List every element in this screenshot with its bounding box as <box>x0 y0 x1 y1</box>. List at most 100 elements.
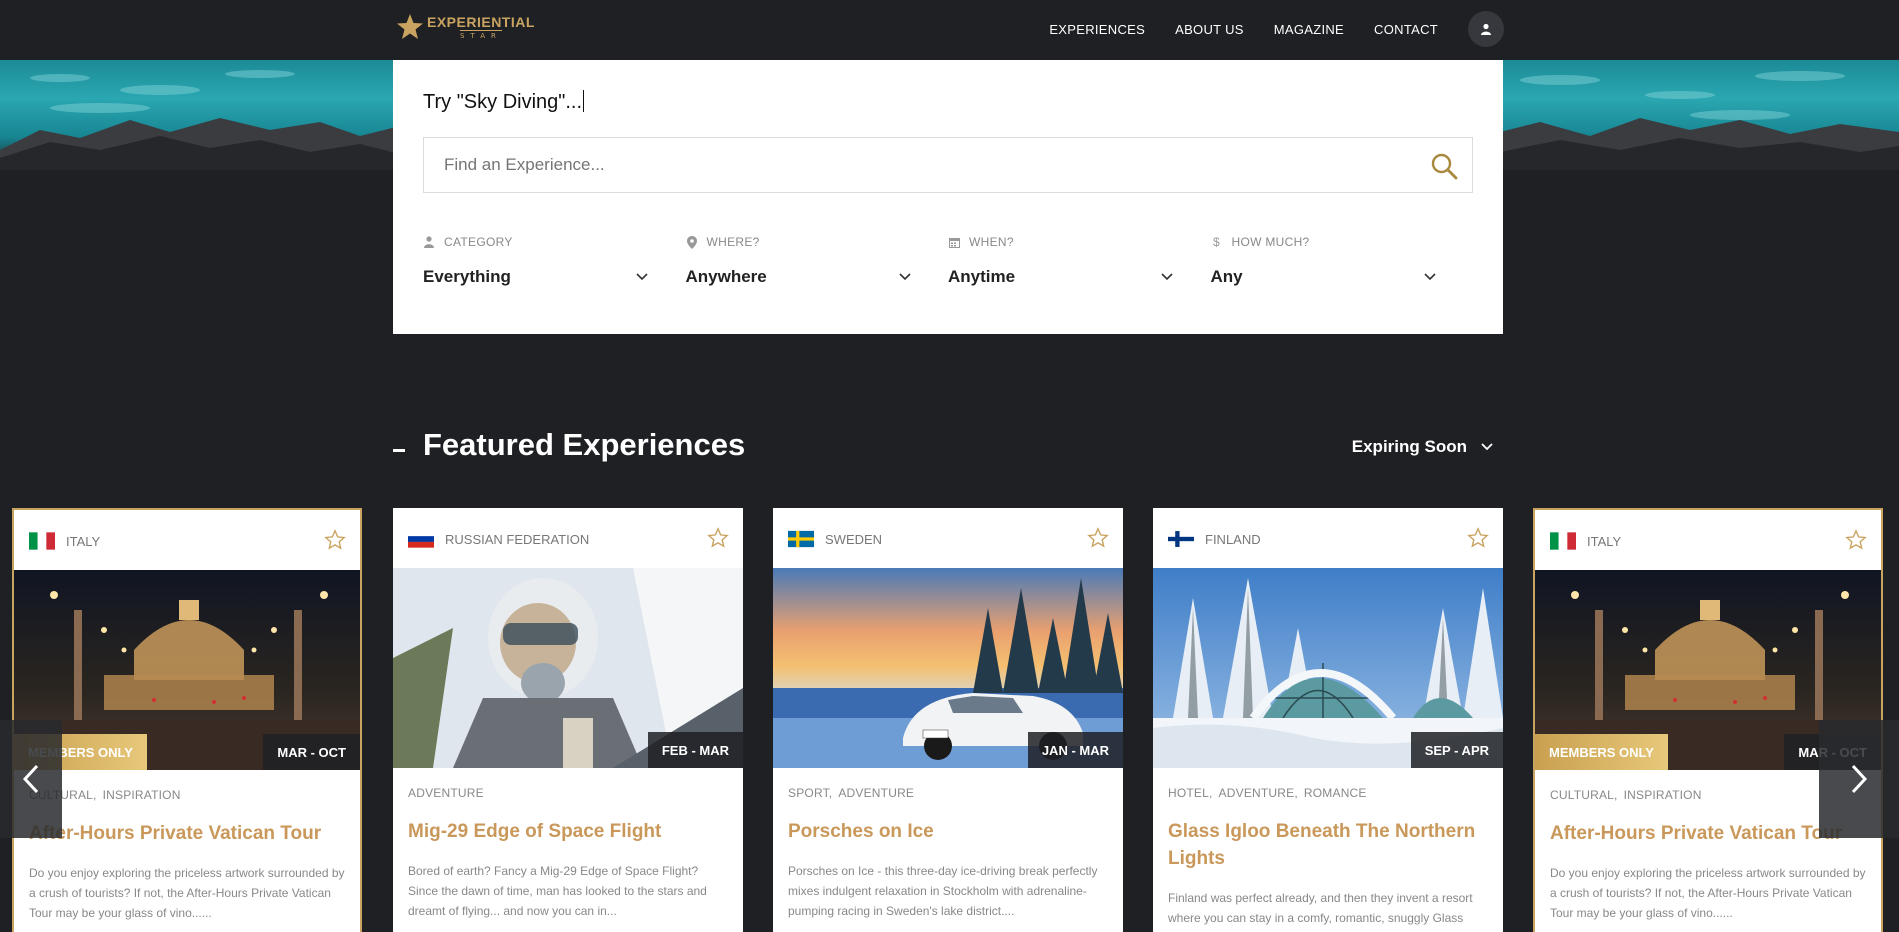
card-tag[interactable]: HOTEL, <box>1168 786 1213 800</box>
date-range-badge: JAN - MAR <box>1027 732 1123 768</box>
filter-where-label: WHERE? <box>686 235 949 249</box>
text-caret <box>583 90 585 112</box>
card-country: RUSSIAN FEDERATION <box>445 532 590 547</box>
card-description: Do you enjoy exploring the priceless art… <box>1550 866 1866 920</box>
star-favorite-icon[interactable] <box>707 527 729 549</box>
nav-experiences[interactable]: EXPERIENCES <box>1049 22 1145 37</box>
carousel-next-button[interactable] <box>1819 720 1899 838</box>
section-dash <box>393 449 405 452</box>
user-icon <box>1481 23 1491 35</box>
experience-card[interactable]: RUSSIAN FEDERATION FEB - MAR ADVENTURE M… <box>393 508 743 932</box>
filter-when[interactable]: WHEN? Anytime <box>948 235 1211 287</box>
card-description: Bored of earth? Fancy a Mig-29 Edge of S… <box>408 864 707 918</box>
top-navigation-bar: EXPERIENTIAL STAR EXPERIENCES ABOUT US M… <box>0 0 1899 60</box>
filter-where[interactable]: WHERE? Anywhere <box>686 235 949 287</box>
calendar-icon <box>948 237 960 248</box>
filter-where-select[interactable]: Anywhere <box>686 267 911 287</box>
card-header: SWEDEN <box>773 508 1123 568</box>
card-country: ITALY <box>1587 534 1622 549</box>
card-description: Finland was perfect already, and then th… <box>1168 891 1473 925</box>
filter-category[interactable]: CATEGORY Everything <box>423 235 686 287</box>
filter-where-label-text: WHERE? <box>706 235 760 249</box>
nav-contact[interactable]: CONTACT <box>1374 22 1438 37</box>
date-range-badge: MAR - OCT <box>263 734 360 770</box>
star-favorite-icon[interactable] <box>1467 527 1489 549</box>
card-tags: SPORT, ADVENTURE <box>788 786 1108 800</box>
card-description: Porsches on Ice - this three-day ice-dri… <box>788 864 1098 918</box>
card-tags: CULTURAL, INSPIRATION <box>29 788 345 802</box>
chevron-down-icon <box>1423 273 1436 281</box>
filter-category-value: Everything <box>423 267 511 286</box>
card-tag[interactable]: ADVENTURE <box>838 786 914 800</box>
star-favorite-icon[interactable] <box>1845 529 1867 551</box>
sort-dropdown[interactable]: Expiring Soon <box>1352 437 1493 457</box>
card-tag[interactable]: ADVENTURE, <box>1219 786 1298 800</box>
card-tag[interactable]: INSPIRATION <box>103 788 181 802</box>
star-favorite-icon[interactable] <box>324 529 346 551</box>
members-only-badge: MEMBERS ONLY <box>1535 734 1668 770</box>
filter-how-much-select[interactable]: Any <box>1211 267 1436 287</box>
card-tag[interactable]: CULTURAL, <box>1550 788 1618 802</box>
filter-when-select[interactable]: Anytime <box>948 267 1173 287</box>
star-favorite-icon[interactable] <box>1087 527 1109 549</box>
featured-header: Featured Experiences Expiring Soon <box>393 425 1493 469</box>
card-header: ITALY <box>14 510 360 570</box>
nav-about-us[interactable]: ABOUT US <box>1175 22 1244 37</box>
person-icon <box>423 236 435 248</box>
card-tag[interactable]: SPORT, <box>788 786 832 800</box>
chevron-right-icon <box>1851 764 1868 794</box>
dollar-icon: $ <box>1213 235 1220 249</box>
logo-sub-text: STAR <box>460 30 502 40</box>
chevron-down-icon <box>1481 443 1493 451</box>
star-logo-icon <box>397 14 423 39</box>
chevron-down-icon <box>1161 273 1173 281</box>
card-title[interactable]: Glass Igloo Beneath The Northern Lights <box>1168 818 1488 872</box>
card-tag[interactable]: ROMANCE <box>1304 786 1367 800</box>
filter-how-much[interactable]: $ HOW MUCH? Any <box>1211 235 1474 287</box>
card-title[interactable]: Porsches on Ice <box>788 818 1108 845</box>
chevron-down-icon <box>636 273 648 281</box>
filter-category-label: CATEGORY <box>423 235 686 249</box>
experience-card[interactable]: SWEDEN JAN - MAR SPORT, ADVENTURE Porsch… <box>773 508 1123 932</box>
italy-flag-icon <box>29 532 55 550</box>
italy-flag-icon <box>1550 532 1576 550</box>
chevron-left-icon <box>22 764 39 794</box>
main-nav: EXPERIENCES ABOUT US MAGAZINE CONTACT <box>1019 0 1504 58</box>
nav-magazine[interactable]: MAGAZINE <box>1274 22 1344 37</box>
logo-main-text: EXPERIENTIAL <box>427 14 535 30</box>
card-title[interactable]: After-Hours Private Vatican Tour <box>29 820 345 847</box>
filter-category-label-text: CATEGORY <box>444 235 513 249</box>
search-panel: Try "Sky Diving"... CATEGORY Everything <box>393 60 1503 334</box>
experience-card[interactable]: FINLAND SEP - APR HOTEL, ADVENTURE, ROMA… <box>1153 508 1503 932</box>
card-header: FINLAND <box>1153 508 1503 568</box>
card-title[interactable]: Mig-29 Edge of Space Flight <box>408 818 728 845</box>
card-tags: ADVENTURE <box>408 786 728 800</box>
date-range-badge: FEB - MAR <box>647 732 743 768</box>
card-tag[interactable]: INSPIRATION <box>1624 788 1702 802</box>
filter-category-select[interactable]: Everything <box>423 267 648 287</box>
card-image[interactable]: SEP - APR <box>1153 568 1503 768</box>
logo-text: EXPERIENTIAL STAR <box>427 14 535 40</box>
finland-flag-icon <box>1168 531 1194 547</box>
user-account-button[interactable] <box>1468 11 1504 47</box>
search-icon[interactable] <box>1430 152 1458 180</box>
search-filters: CATEGORY Everything WHERE? Anywhere WHEN… <box>423 235 1473 287</box>
filter-where-value: Anywhere <box>685 267 767 286</box>
experience-card[interactable]: ITALY MEMBERS ONLY MAR - OCT CULTURAL, I… <box>12 508 362 932</box>
filter-how-much-label: $ HOW MUCH? <box>1211 235 1474 249</box>
card-image[interactable]: MEMBERS ONLY MAR - OCT <box>14 570 360 770</box>
search-prompt-text: Try "Sky Diving"... <box>423 90 585 114</box>
card-description: Do you enjoy exploring the priceless art… <box>29 866 345 920</box>
card-image[interactable]: JAN - MAR <box>773 568 1123 768</box>
logo[interactable]: EXPERIENTIAL STAR <box>395 12 535 42</box>
card-tag[interactable]: ADVENTURE <box>408 786 484 800</box>
search-prompt-label: Try "Sky Diving"... <box>423 91 583 113</box>
card-header: RUSSIAN FEDERATION <box>393 508 743 568</box>
carousel-prev-button[interactable] <box>0 720 62 838</box>
card-header: ITALY <box>1535 510 1881 570</box>
card-country: FINLAND <box>1205 532 1261 547</box>
card-image[interactable]: FEB - MAR <box>393 568 743 768</box>
featured-title: Featured Experiences <box>423 427 746 462</box>
date-range-badge: SEP - APR <box>1410 732 1503 768</box>
search-input[interactable] <box>444 138 1404 192</box>
